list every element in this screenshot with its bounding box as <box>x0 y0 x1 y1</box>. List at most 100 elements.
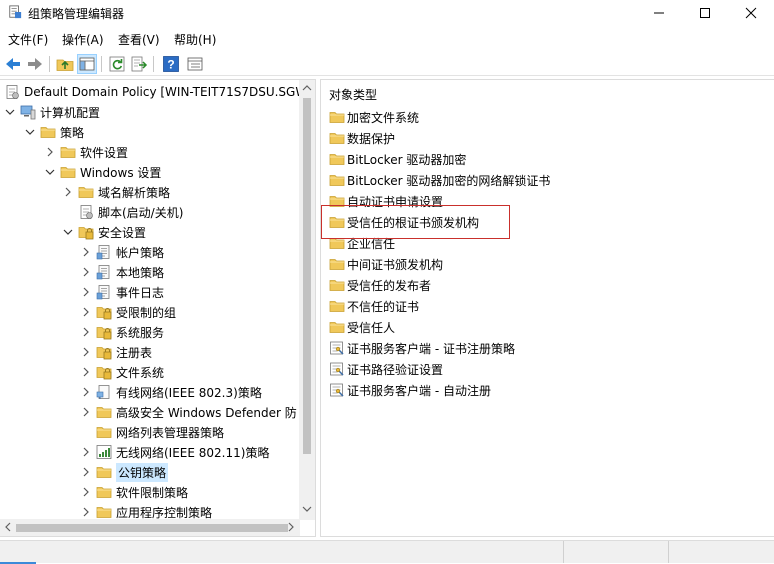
column-header-object-type[interactable]: 对象类型 <box>329 86 377 103</box>
up-one-level-icon[interactable] <box>56 55 74 73</box>
tree-item-account-policies[interactable]: 帐户策略 <box>80 242 164 262</box>
refresh-icon[interactable] <box>108 55 126 73</box>
list-item[interactable]: 不信任的证书 <box>329 296 419 316</box>
tree-horizontal-scrollbar[interactable] <box>0 519 300 536</box>
properties-icon[interactable] <box>186 55 204 73</box>
list-item-label: 受信任的发布者 <box>347 278 432 293</box>
chevron-down-icon[interactable] <box>4 102 16 122</box>
chevron-right-icon[interactable] <box>80 462 92 482</box>
tree-item-wired-network[interactable]: 有线网络(IEEE 802.3)策略 <box>80 382 262 402</box>
forward-arrow-icon[interactable] <box>26 55 44 73</box>
chevron-down-icon[interactable] <box>44 162 56 182</box>
tree-item-restricted-groups[interactable]: 受限制的组 <box>80 302 176 322</box>
tree-item-system-services[interactable]: 系统服务 <box>80 322 164 342</box>
tree-item-software-restriction[interactable]: 软件限制策略 <box>80 482 188 502</box>
tree-label: 事件日志 <box>116 285 165 300</box>
tree-item-advanced-firewall[interactable]: 高级安全 Windows Defender 防 <box>80 402 297 422</box>
list-item[interactable]: 证书服务客户端 - 自动注册 <box>329 380 491 400</box>
menu-file[interactable]: 文件(F) <box>8 31 48 48</box>
scrollbar-thumb[interactable] <box>303 98 311 454</box>
show-hide-tree-icon[interactable] <box>77 54 97 74</box>
chevron-down-icon[interactable] <box>62 222 74 242</box>
tree-item-network-list-manager[interactable]: 网络列表管理器策略 <box>80 422 224 442</box>
list-item[interactable]: 加密文件系统 <box>329 107 419 127</box>
chevron-right-icon[interactable] <box>80 322 92 342</box>
scroll-left-arrow-icon[interactable] <box>3 522 13 532</box>
list-item-label: 证书服务客户端 - 自动注册 <box>347 383 491 398</box>
tree-label: 帐户策略 <box>116 245 165 260</box>
export-list-icon[interactable] <box>130 55 148 73</box>
help-icon[interactable]: ? <box>162 55 180 73</box>
tree-item-local-policies[interactable]: 本地策略 <box>80 262 164 282</box>
folder-icon <box>96 424 112 440</box>
back-arrow-icon[interactable] <box>4 55 22 73</box>
list-item-label: 不信任的证书 <box>347 299 420 314</box>
chevron-right-icon[interactable] <box>80 362 92 382</box>
tree-label-selected: 公钥策略 <box>116 462 169 482</box>
menu-view[interactable]: 查看(V) <box>118 31 160 48</box>
chevron-right-icon[interactable] <box>80 342 92 362</box>
tree-item-computer-config[interactable]: 计算机配置 <box>4 102 100 122</box>
chevron-right-icon[interactable] <box>80 402 92 422</box>
list-item[interactable]: 数据保护 <box>329 128 395 148</box>
chevron-right-icon[interactable] <box>44 142 56 162</box>
chevron-down-icon[interactable] <box>24 122 36 142</box>
chevron-right-icon[interactable] <box>80 262 92 282</box>
menu-action[interactable]: 操作(A) <box>62 31 104 48</box>
menu-help[interactable]: 帮助(H) <box>174 31 216 48</box>
tree-label: 无线网络(IEEE 802.11)策略 <box>116 445 270 460</box>
chevron-right-icon[interactable] <box>80 382 92 402</box>
folder-icon <box>329 256 345 272</box>
chevron-right-icon[interactable] <box>80 242 92 262</box>
tree-item-root[interactable]: Default Domain Policy [WIN-TEIT71S7DSU.S… <box>4 82 307 102</box>
list-item[interactable]: 证书服务客户端 - 证书注册策略 <box>329 338 515 358</box>
close-button[interactable] <box>728 0 774 26</box>
details-pane[interactable]: 对象类型 加密文件系统 数据保护 BitLocker 驱动器加密 BitLock… <box>320 79 774 537</box>
chevron-right-icon[interactable] <box>80 302 92 322</box>
scroll-right-arrow-icon[interactable] <box>286 522 296 532</box>
annotation-highlight-box <box>321 205 510 239</box>
tree-item-file-system[interactable]: 文件系统 <box>80 362 164 382</box>
group-policy-app-icon <box>9 5 22 19</box>
chevron-right-icon[interactable] <box>80 282 92 302</box>
maximize-button[interactable] <box>682 0 728 26</box>
chevron-right-icon[interactable] <box>80 442 92 462</box>
tree-label: 域名解析策略 <box>98 185 171 200</box>
tree-item-event-log[interactable]: 事件日志 <box>80 282 164 302</box>
tree-item-registry[interactable]: 注册表 <box>80 342 152 362</box>
folder-icon <box>329 319 345 335</box>
minimize-button[interactable] <box>636 0 682 26</box>
tree-label: Windows 设置 <box>80 165 162 180</box>
tree-item-name-resolution-policy[interactable]: 域名解析策略 <box>62 182 170 202</box>
list-item[interactable]: BitLocker 驱动器加密的网络解锁证书 <box>329 170 550 190</box>
folder-icon <box>96 484 112 500</box>
security-folder-icon <box>78 224 94 240</box>
list-item[interactable]: 证书路径验证设置 <box>329 359 443 379</box>
tree-item-scripts[interactable]: 脚本(启动/关机) <box>62 202 183 222</box>
list-item-label: 证书服务客户端 - 证书注册策略 <box>347 341 515 356</box>
list-item-label: 中间证书颁发机构 <box>347 257 444 272</box>
list-item[interactable]: 受信任人 <box>329 317 395 337</box>
folder-icon <box>78 184 94 200</box>
scrollbar-thumb[interactable] <box>16 524 288 532</box>
list-item-label: 证书路径验证设置 <box>347 362 444 377</box>
console-tree-pane[interactable]: Default Domain Policy [WIN-TEIT71S7DSU.S… <box>0 79 316 537</box>
list-item[interactable]: 中间证书颁发机构 <box>329 254 443 274</box>
minimize-icon <box>654 12 664 14</box>
tree-item-software-settings[interactable]: 软件设置 <box>44 142 128 162</box>
chevron-right-icon[interactable] <box>62 182 74 202</box>
scroll-up-arrow-icon[interactable] <box>302 83 312 93</box>
tree-item-policies[interactable]: 策略 <box>24 122 84 142</box>
tree-item-windows-settings[interactable]: Windows 设置 <box>44 162 161 182</box>
scroll-down-arrow-icon[interactable] <box>302 504 312 514</box>
tree-item-public-key-policies[interactable]: 公钥策略 <box>80 462 169 482</box>
menu-bar: 文件(F) 操作(A) 查看(V) 帮助(H) <box>0 28 774 50</box>
list-item[interactable]: BitLocker 驱动器加密 <box>329 149 466 169</box>
tree-item-security-settings[interactable]: 安全设置 <box>62 222 146 242</box>
chevron-right-icon[interactable] <box>80 482 92 502</box>
list-item[interactable]: 受信任的发布者 <box>329 275 431 295</box>
tree-vertical-scrollbar[interactable] <box>299 80 315 520</box>
tree-item-wireless-network[interactable]: 无线网络(IEEE 802.11)策略 <box>80 442 269 462</box>
